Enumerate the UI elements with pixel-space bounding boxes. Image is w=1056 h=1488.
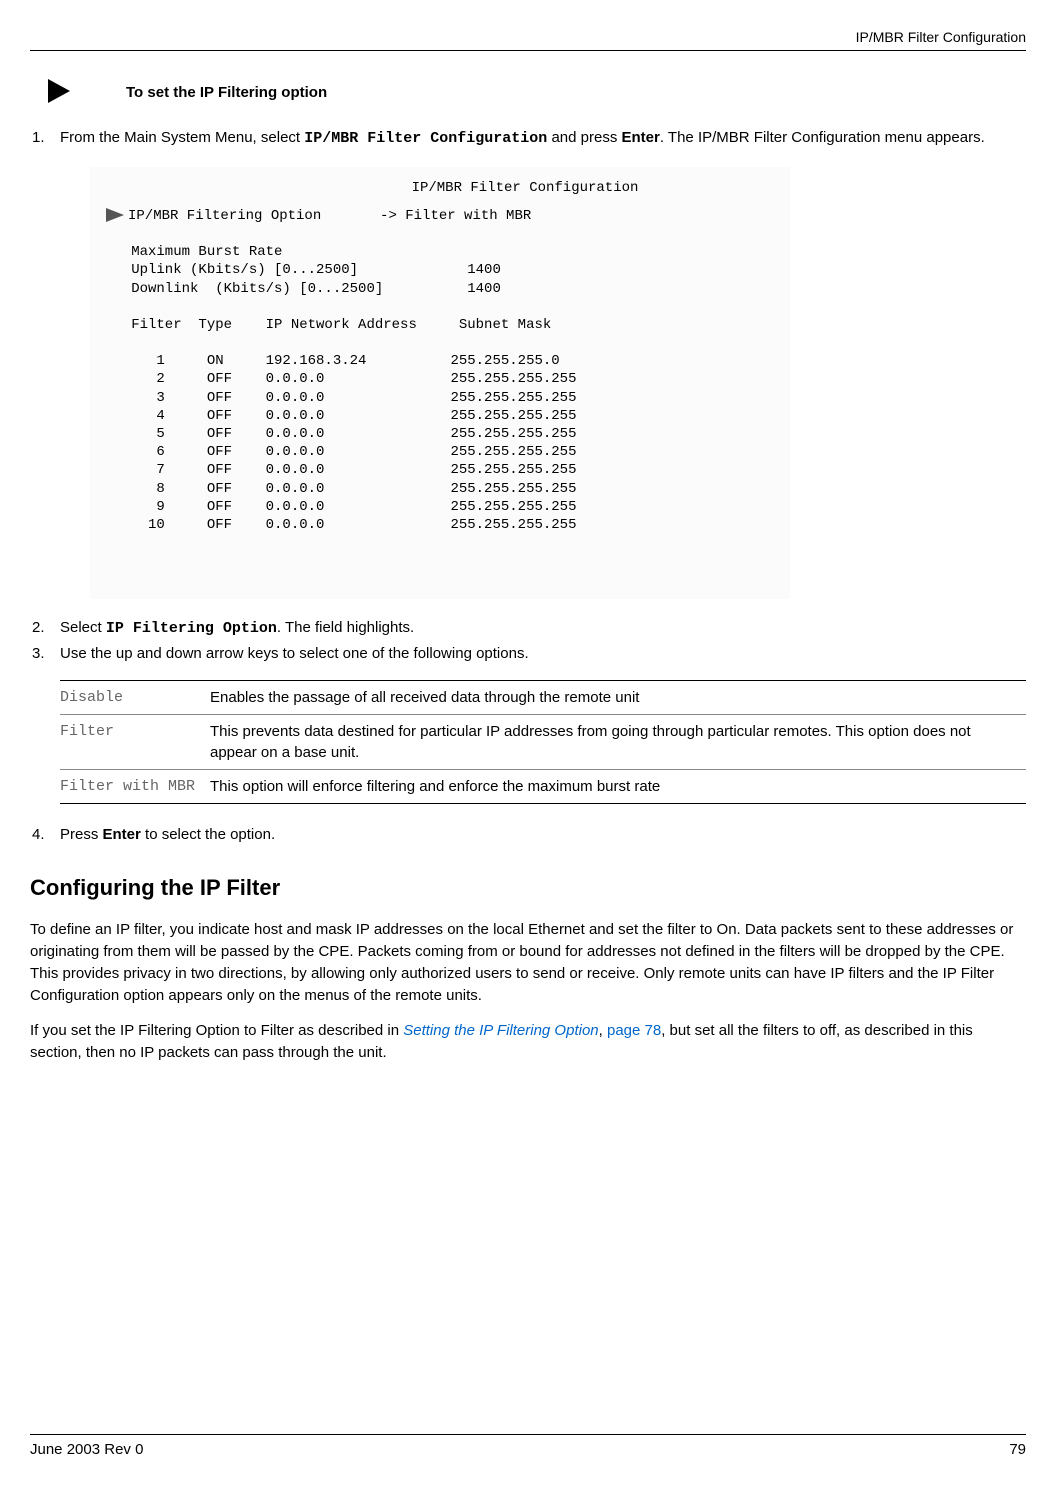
table-row: Disable Enables the passage of all recei… [60, 680, 1026, 714]
step-code: IP/MBR Filter Configuration [304, 130, 547, 147]
step-text: Use the up and down arrow keys to select… [60, 645, 529, 662]
step-content: Press Enter to select the option. [60, 824, 1026, 845]
screenshot-row: 7 OFF 0.0.0.0 255.255.255.255 [106, 461, 774, 479]
step-2: 2. Select IP Filtering Option. The field… [30, 617, 1026, 639]
screenshot-row: 9 OFF 0.0.0.0 255.255.255.255 [106, 498, 774, 516]
option-desc: Enables the passage of all received data… [210, 680, 1026, 714]
screenshot-row: 8 OFF 0.0.0.0 255.255.255.255 [106, 480, 774, 498]
step-number: 2. [30, 617, 60, 639]
screenshot-row: 1 ON 192.168.3.24 255.255.255.0 [106, 352, 774, 370]
step-text: Select [60, 619, 106, 636]
step-number: 1. [30, 127, 60, 149]
config-screenshot: IP/MBR Filter Configuration IP/MBR Filte… [90, 167, 790, 599]
step-text: From the Main System Menu, select [60, 129, 304, 146]
screenshot-text: IP/MBR Filtering Option -> Filter with M… [128, 208, 531, 224]
section-heading: Configuring the IP Filter [30, 873, 1026, 904]
step-text: to select the option. [141, 826, 275, 843]
screenshot-table-header: Filter Type IP Network Address Subnet Ma… [106, 316, 774, 334]
screenshot-line [106, 334, 774, 352]
screenshot-row: 5 OFF 0.0.0.0 255.255.255.255 [106, 425, 774, 443]
body-paragraph: To define an IP filter, you indicate hos… [30, 919, 1026, 1006]
step-code: IP Filtering Option [106, 620, 277, 637]
procedure-title: To set the IP Filtering option [126, 79, 327, 103]
text: , [599, 1022, 607, 1039]
step-content: Select IP Filtering Option. The field hi… [60, 617, 1026, 639]
screenshot-line: Uplink (Kbits/s) [0...2500] 1400 [106, 261, 774, 279]
screenshot-line [106, 298, 774, 316]
screenshot-line: Downlink (Kbits/s) [0...2500] 1400 [106, 280, 774, 298]
page-header: IP/MBR Filter Configuration [30, 28, 1026, 51]
body-paragraph: If you set the IP Filtering Option to Fi… [30, 1020, 1026, 1064]
step-key: Enter [103, 826, 141, 843]
options-table: Disable Enables the passage of all recei… [60, 680, 1026, 804]
footer-date: June 2003 Rev 0 [30, 1439, 143, 1460]
option-name: Filter with MBR [60, 769, 210, 803]
option-desc: This prevents data destined for particul… [210, 714, 1026, 769]
screenshot-row: 6 OFF 0.0.0.0 255.255.255.255 [106, 443, 774, 461]
text: If you set the IP Filtering Option to Fi… [30, 1022, 403, 1039]
screenshot-line [106, 225, 774, 243]
step-text: and press [547, 129, 621, 146]
table-row: Filter This prevents data destined for p… [60, 714, 1026, 769]
footer-page-number: 79 [1009, 1439, 1026, 1460]
screenshot-title: IP/MBR Filter Configuration [276, 179, 774, 197]
step-number: 4. [30, 824, 60, 845]
screenshot-line: Maximum Burst Rate [106, 243, 774, 261]
page-reference-link[interactable]: page 78 [607, 1022, 661, 1039]
step-key: Enter [622, 129, 660, 146]
screenshot-row: 3 OFF 0.0.0.0 255.255.255.255 [106, 389, 774, 407]
step-content: From the Main System Menu, select IP/MBR… [60, 127, 1026, 149]
screenshot-row: 10 OFF 0.0.0.0 255.255.255.255 [106, 516, 774, 534]
screenshot-row: 2 OFF 0.0.0.0 255.255.255.255 [106, 370, 774, 388]
page-footer: June 2003 Rev 0 79 [30, 1434, 1026, 1460]
header-title: IP/MBR Filter Configuration [856, 28, 1026, 48]
step-text: . The field highlights. [277, 619, 414, 636]
step-3: 3. Use the up and down arrow keys to sel… [30, 643, 1026, 664]
option-name: Filter [60, 714, 210, 769]
right-arrow-icon [48, 79, 70, 103]
option-name: Disable [60, 680, 210, 714]
table-row: Filter with MBR This option will enforce… [60, 769, 1026, 803]
step-text: . The IP/MBR Filter Configuration menu a… [660, 129, 985, 146]
screenshot-line: IP/MBR Filtering Option -> Filter with M… [106, 207, 774, 225]
step-content: Use the up and down arrow keys to select… [60, 643, 1026, 664]
option-desc: This option will enforce filtering and e… [210, 769, 1026, 803]
cross-reference-link[interactable]: Setting the IP Filtering Option [403, 1022, 598, 1039]
procedure-heading: To set the IP Filtering option [30, 79, 1026, 103]
step-number: 3. [30, 643, 60, 664]
step-1: 1. From the Main System Menu, select IP/… [30, 127, 1026, 149]
screenshot-row: 4 OFF 0.0.0.0 255.255.255.255 [106, 407, 774, 425]
step-text: Press [60, 826, 103, 843]
step-4: 4. Press Enter to select the option. [30, 824, 1026, 845]
pointer-arrow-icon [106, 208, 124, 222]
